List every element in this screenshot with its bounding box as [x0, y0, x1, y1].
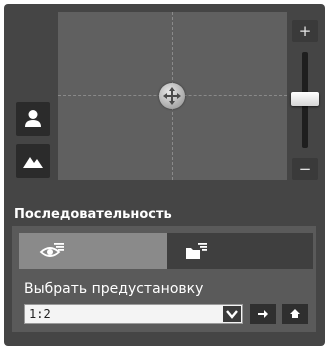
preset-select[interactable]: 1:2 — [24, 304, 243, 324]
landscape-icon — [23, 157, 43, 168]
chevron-down-icon[interactable] — [223, 306, 241, 322]
eye-list-icon — [39, 243, 64, 257]
zoom-in-button[interactable]: + — [292, 20, 318, 42]
tab-folder-sequence[interactable] — [167, 233, 313, 269]
preset-select-value: 1:2 — [29, 307, 51, 321]
arrow-right-icon — [258, 310, 268, 318]
landscape-button[interactable] — [16, 144, 50, 178]
preset-label: Выбрать предустановку — [24, 281, 204, 297]
sequence-title: Последовательность — [14, 207, 172, 222]
ptz-pad[interactable] — [58, 12, 287, 180]
folder-list-icon — [186, 243, 207, 259]
go-to-preset-button[interactable] — [250, 304, 276, 324]
tab-eye-sequence[interactable] — [19, 233, 167, 269]
person-button[interactable] — [16, 102, 50, 136]
person-icon — [25, 110, 41, 127]
zoom-slider-thumb[interactable] — [291, 92, 319, 106]
move-arrows-icon[interactable] — [159, 83, 185, 109]
zoom-out-button[interactable]: − — [292, 158, 318, 180]
home-button[interactable] — [282, 304, 308, 324]
home-icon — [290, 309, 300, 318]
